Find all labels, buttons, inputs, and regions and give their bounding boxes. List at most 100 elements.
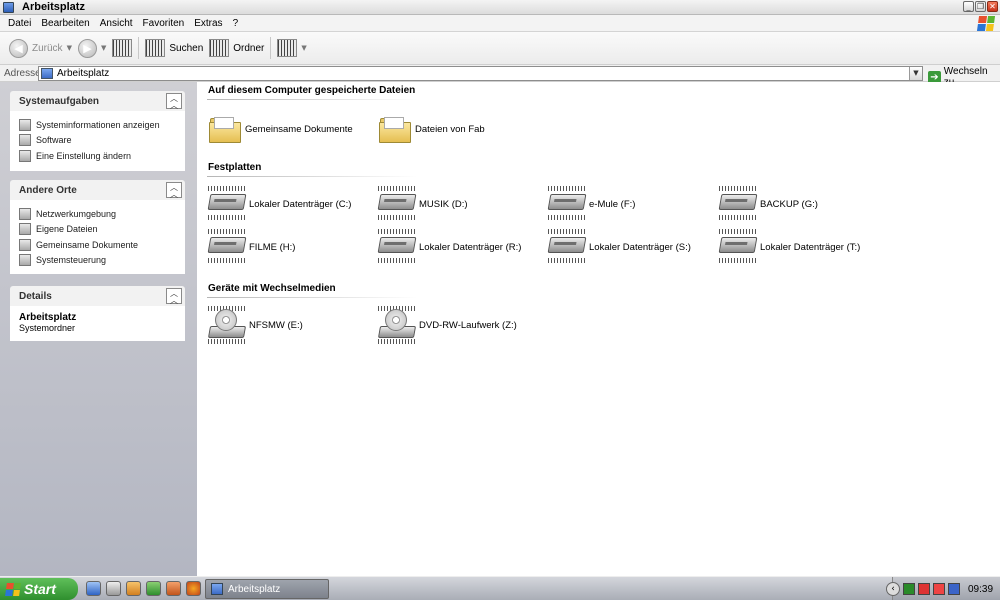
panel-body: Netzwerkumgebung Eigene Dateien Gemeinsa…: [10, 200, 185, 274]
drive-item[interactable]: Lokaler Datenträger (C:): [207, 186, 351, 222]
menu-datei[interactable]: Datei: [3, 18, 36, 29]
media-icon[interactable]: [166, 581, 181, 596]
section-files-title: Auf diesem Computer gespeicherte Dateien: [208, 85, 416, 96]
views-icon: [277, 39, 298, 57]
drive-item[interactable]: e-Mule (F:): [547, 186, 635, 222]
address-dropdown-button[interactable]: ▼: [909, 67, 922, 80]
panel-body: Systeminformationen anzeigen Software Ei…: [10, 111, 185, 171]
computer-icon: [3, 1, 14, 13]
panel-body: Arbeitsplatz Systemordner: [10, 306, 185, 341]
show-hidden-icons-button[interactable]: ‹: [886, 582, 900, 596]
network-icon: [19, 207, 31, 220]
hard-drive-icon: [547, 186, 587, 222]
place-my-documents[interactable]: Eigene Dateien: [19, 222, 176, 238]
task-label: Systemsteuerung: [36, 255, 107, 266]
item-label: Lokaler Datenträger (T:): [760, 241, 861, 253]
clock: 09:39: [968, 583, 994, 595]
removable-item[interactable]: NFSMW (E:): [207, 306, 303, 344]
back-arrow-icon: ◀: [9, 38, 28, 58]
drive-item[interactable]: FILME (H:): [207, 229, 295, 265]
task-software[interactable]: Software: [19, 133, 176, 149]
system-tasks-header[interactable]: Systemaufgaben ︿ ︿: [10, 91, 185, 111]
task-system-info[interactable]: Systeminformationen anzeigen: [19, 117, 176, 133]
folder-icon: [19, 223, 31, 236]
back-button[interactable]: ◀ Zurück ▼: [6, 35, 75, 61]
collapse-icon[interactable]: ︿ ︿: [166, 182, 182, 199]
task-label: Eigene Dateien: [36, 224, 98, 235]
tray-app-icon[interactable]: [918, 583, 930, 595]
drive-item[interactable]: Lokaler Datenträger (T:): [718, 229, 861, 265]
search-button[interactable]: Suchen: [142, 35, 206, 61]
windows-logo-icon: [976, 16, 996, 31]
title-bar: Arbeitsplatz _ ❐ ✕: [0, 0, 1000, 15]
drive-item[interactable]: MUSIK (D:): [377, 186, 468, 222]
tray-app-icon[interactable]: [903, 583, 915, 595]
close-button[interactable]: ✕: [987, 1, 998, 12]
section-divider: [207, 176, 417, 177]
section-removable-title: Geräte mit Wechselmedien: [208, 283, 336, 294]
minimize-button[interactable]: _: [963, 1, 974, 12]
details-header[interactable]: Details ︿ ︿: [10, 286, 185, 306]
desktop-icon[interactable]: [126, 581, 141, 596]
system-info-icon: [19, 118, 31, 131]
drive-item[interactable]: Lokaler Datenträger (S:): [547, 229, 691, 265]
folder-icon: [378, 114, 412, 144]
hard-drive-icon: [377, 229, 417, 265]
firefox-icon[interactable]: [186, 581, 201, 596]
section-divider: [207, 297, 417, 298]
folders-button[interactable]: Ordner: [206, 35, 267, 61]
panel-title: Andere Orte: [19, 184, 77, 196]
menu-help[interactable]: ?: [228, 18, 244, 29]
tool-icon[interactable]: [106, 581, 121, 596]
drive-item[interactable]: Lokaler Datenträger (R:): [377, 229, 521, 265]
removable-item[interactable]: DVD-RW-Laufwerk (Z:): [377, 306, 517, 344]
collapse-icon[interactable]: ︿ ︿: [166, 288, 182, 305]
folder-item[interactable]: Gemeinsame Dokumente: [208, 111, 353, 147]
other-places-header[interactable]: Andere Orte ︿ ︿: [10, 180, 185, 200]
window-title: Arbeitsplatz: [22, 1, 85, 13]
control-panel-icon: [19, 149, 31, 162]
hard-drive-icon: [377, 186, 417, 222]
start-button[interactable]: Start: [0, 578, 78, 600]
task-label: Eine Einstellung ändern: [36, 150, 132, 161]
task-label: Software: [36, 135, 72, 146]
toolbar-separator: [138, 37, 140, 59]
window-controls: _ ❐ ✕: [963, 1, 998, 12]
task-change-setting[interactable]: Eine Einstellung ändern: [19, 148, 176, 164]
hard-drive-icon: [207, 229, 247, 265]
menu-bar: Datei Bearbeiten Ansicht Favoriten Extra…: [0, 15, 1000, 32]
system-tasks-panel: Systemaufgaben ︿ ︿ Systeminformationen an…: [10, 91, 185, 171]
folder-item[interactable]: Dateien von Fab: [378, 111, 485, 147]
software-icon: [19, 134, 31, 147]
menu-favoriten[interactable]: Favoriten: [138, 18, 190, 29]
item-label: MUSIK (D:): [419, 198, 468, 210]
task-pane: Systemaufgaben ︿ ︿ Systeminformationen an…: [0, 82, 197, 576]
system-tray: ‹ 09:39: [886, 577, 1000, 600]
program-icon[interactable]: [146, 581, 161, 596]
address-input[interactable]: Arbeitsplatz ▼: [38, 66, 923, 81]
panel-title: Systemaufgaben: [19, 95, 100, 107]
tray-app-icon[interactable]: [933, 583, 945, 595]
drive-item[interactable]: BACKUP (G:): [718, 186, 818, 222]
views-button[interactable]: ▼: [274, 35, 309, 61]
place-control-panel[interactable]: Systemsteuerung: [19, 253, 176, 269]
restore-button[interactable]: ❐: [975, 1, 986, 12]
ie-icon[interactable]: [86, 581, 101, 596]
forward-button[interactable]: ▶ ▼: [75, 35, 109, 61]
dvd-drive-icon: [377, 306, 417, 344]
monitor-icon[interactable]: [948, 583, 960, 595]
up-button[interactable]: [109, 35, 135, 61]
place-network[interactable]: Netzwerkumgebung: [19, 206, 176, 222]
place-shared-documents[interactable]: Gemeinsame Dokumente: [19, 237, 176, 253]
item-label: Gemeinsame Dokumente: [245, 123, 353, 135]
taskbar-window-button[interactable]: Arbeitsplatz: [205, 579, 329, 599]
panel-title: Details: [19, 290, 52, 302]
collapse-icon[interactable]: ︿ ︿: [166, 93, 182, 110]
menu-ansicht[interactable]: Ansicht: [95, 18, 138, 29]
folder-icon: [19, 238, 31, 251]
menu-bearbeiten[interactable]: Bearbeiten: [36, 18, 94, 29]
section-drives-title: Festplatten: [208, 162, 262, 173]
hard-drive-icon: [207, 186, 247, 222]
control-panel-icon: [19, 254, 31, 267]
menu-extras[interactable]: Extras: [189, 18, 227, 29]
